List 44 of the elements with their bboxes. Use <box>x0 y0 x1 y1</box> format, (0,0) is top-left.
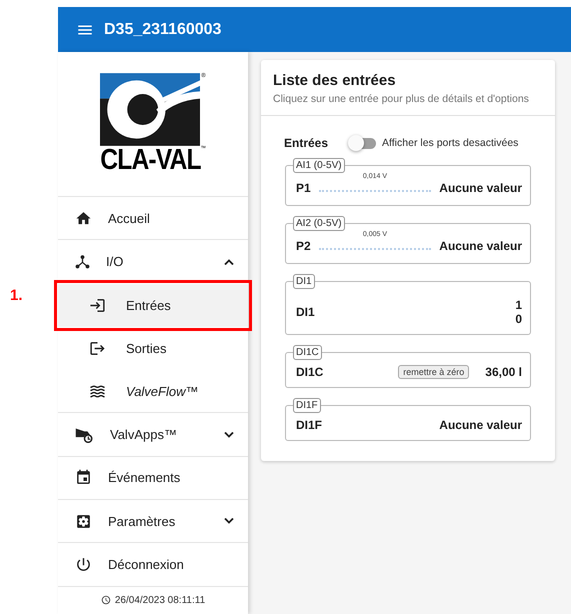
section-label: Entrées <box>284 136 328 150</box>
sidebar-item[interactable]: Sorties <box>58 326 248 370</box>
port-legend: AI2 (0-5V) <box>293 216 345 231</box>
waves-icon <box>89 382 106 400</box>
toggle-switch[interactable] <box>350 138 376 148</box>
calendar-icon <box>75 469 92 486</box>
settings-icon <box>75 512 92 530</box>
card-subtitle: Cliquez sur une entrée pour plus de détails et d'options <box>273 93 530 105</box>
port-value: Aucune valeur <box>439 418 522 432</box>
port-legend: DI1F <box>293 398 321 413</box>
port-legend: AI1 (0-5V) <box>293 158 345 173</box>
home-icon <box>75 210 92 227</box>
reset-button[interactable]: remettre à zéro <box>398 365 470 379</box>
port-value: 1 <box>515 298 522 312</box>
card-title: Liste des entrées <box>273 72 397 89</box>
truck-clock-icon <box>75 426 94 443</box>
port-legend: DI1C <box>293 345 322 360</box>
port-value: Aucune valeur <box>439 180 522 194</box>
sidebar-item[interactable]: Accueil <box>58 197 248 240</box>
logout-icon <box>89 340 106 358</box>
login-icon <box>89 296 106 314</box>
port-name: P1 <box>296 180 311 194</box>
port-value: 36,00 l <box>485 365 522 379</box>
port-name: DI1 <box>296 305 315 319</box>
sidebar-item[interactable]: ValveFlow™ <box>58 370 248 414</box>
port-name: P2 <box>296 238 311 252</box>
sidebar-item[interactable]: Entrées <box>58 284 248 327</box>
toggle-label: Afficher les ports desactivées <box>382 137 518 149</box>
sidebar-item[interactable]: Événements <box>58 456 248 500</box>
port-name: DI1C <box>296 365 324 379</box>
sidebar-item[interactable]: Déconnexion <box>58 543 248 587</box>
port-value: 0 <box>515 312 522 326</box>
sidebar-item[interactable]: Paramètres <box>58 500 248 544</box>
timestamp: 26/04/2023 08:11:11 <box>114 594 206 606</box>
annotation-number: 1. <box>10 287 23 304</box>
sidebar-item[interactable]: I/O <box>58 240 248 284</box>
network-icon <box>75 254 90 270</box>
power-icon <box>75 556 92 574</box>
sidebar-item[interactable]: ValvApps™ <box>58 413 248 457</box>
clock-icon <box>100 595 111 606</box>
device-title: D35_231160003 <box>104 20 222 38</box>
port-name: DI1F <box>296 418 322 432</box>
port-value: Aucune valeur <box>439 238 522 252</box>
port-legend: DI1 <box>293 274 315 289</box>
